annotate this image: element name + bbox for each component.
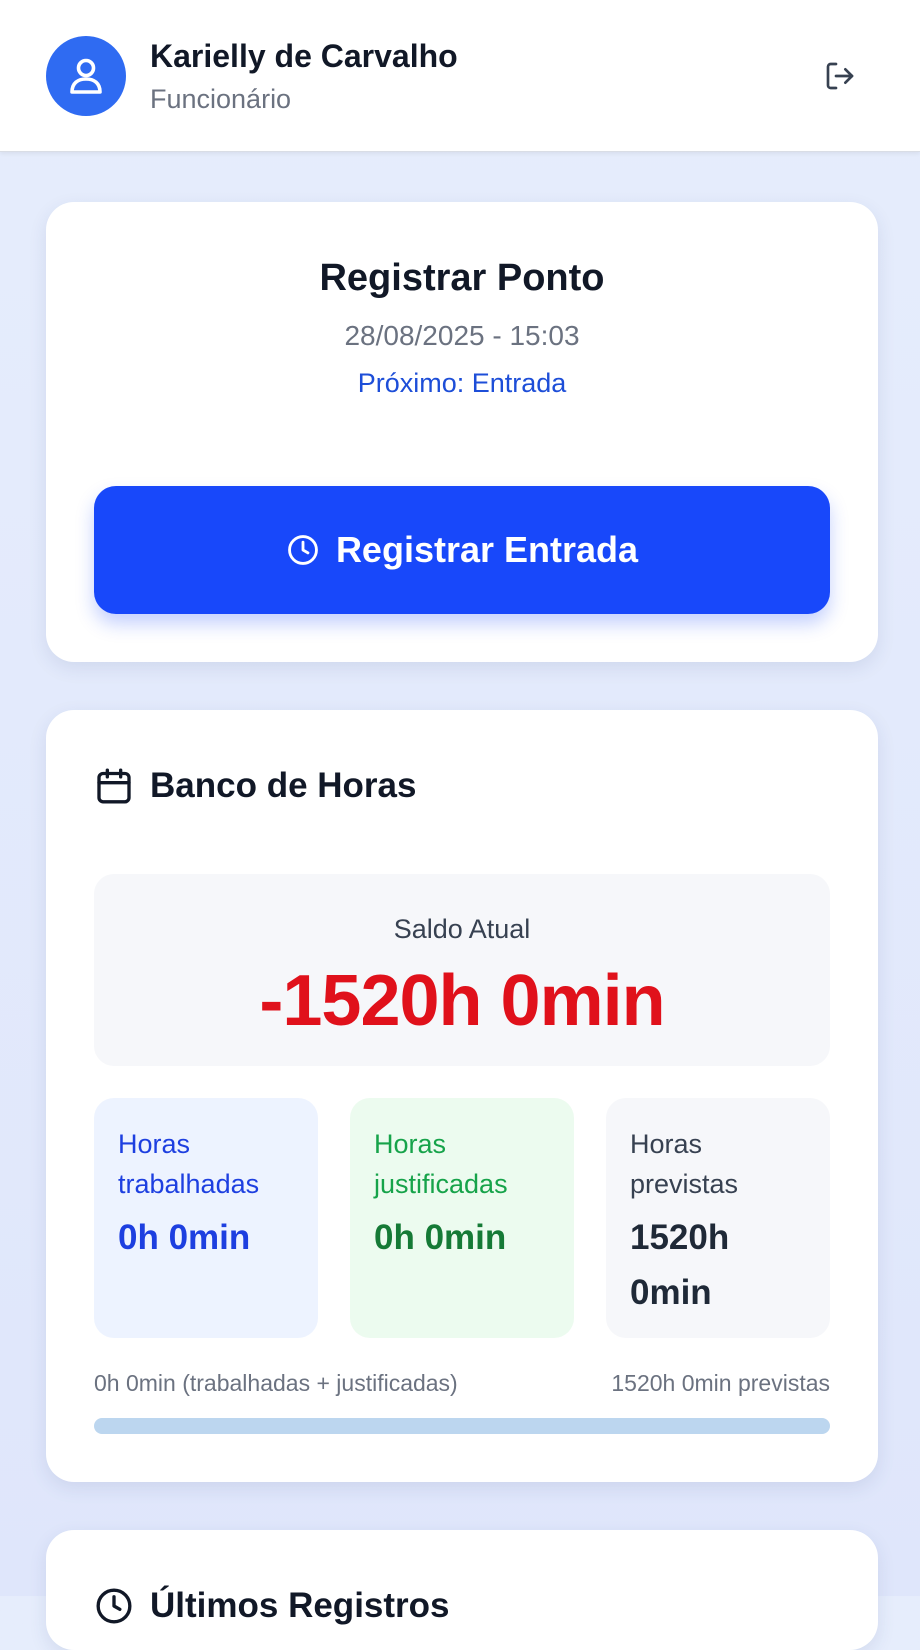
hour-bank-title: Banco de Horas: [150, 766, 417, 805]
register-punch-card: Registrar Ponto 28/08/2025 - 15:03 Próxi…: [46, 202, 878, 662]
page-title: Registrar Ponto: [319, 257, 605, 299]
user-name: Karielly de Carvalho: [150, 38, 458, 74]
hours-progress-bar: [94, 1418, 830, 1434]
calendar-icon: [97, 768, 131, 804]
stat-hours-justified: Horas justificadas 0h 0min: [350, 1098, 574, 1338]
progress-summary-right: 1520h 0min previstas: [611, 1370, 830, 1396]
recent-records-header: Últimos Registros: [94, 1584, 450, 1628]
stat-value: 1520h 0min: [630, 1218, 730, 1312]
balance-label: Saldo Atual: [393, 914, 531, 944]
app-header: Karielly de Carvalho Funcionário: [0, 0, 920, 152]
stat-label: Horas previstas: [630, 1129, 739, 1199]
recent-records-card: Últimos Registros: [46, 1530, 878, 1650]
clock-icon: [96, 1588, 132, 1624]
register-entry-label: Registrar Entrada: [335, 529, 639, 570]
user-icon: [70, 58, 102, 94]
avatar: [46, 36, 126, 116]
balance-box: Saldo Atual -1520h 0min: [94, 874, 830, 1066]
hour-bank-header: Banco de Horas: [94, 764, 416, 808]
stat-value: 0h 0min: [374, 1218, 507, 1257]
recent-records-title: Últimos Registros: [150, 1586, 450, 1625]
clock-icon: [288, 535, 318, 565]
register-entry-button[interactable]: Registrar Entrada: [94, 486, 830, 614]
stat-label: Horas justificadas: [374, 1129, 508, 1199]
current-datetime: 28/08/2025 - 15:03: [344, 320, 580, 351]
stat-label: Horas trabalhadas: [118, 1129, 260, 1199]
stat-hours-expected: Horas previstas 1520h 0min: [606, 1098, 830, 1338]
hour-bank-card: Banco de Horas Saldo Atual -1520h 0min H…: [46, 710, 878, 1482]
balance-value: -1520h 0min: [259, 961, 665, 1041]
logout-icon: [826, 62, 854, 90]
stat-hours-worked: Horas trabalhadas 0h 0min: [94, 1098, 318, 1338]
next-punch-type: Próximo: Entrada: [357, 368, 567, 398]
stat-value: 0h 0min: [118, 1218, 251, 1257]
logout-button[interactable]: [820, 56, 860, 96]
user-role: Funcionário: [150, 84, 292, 114]
progress-summary-left: 0h 0min (trabalhadas + justificadas): [94, 1370, 458, 1396]
